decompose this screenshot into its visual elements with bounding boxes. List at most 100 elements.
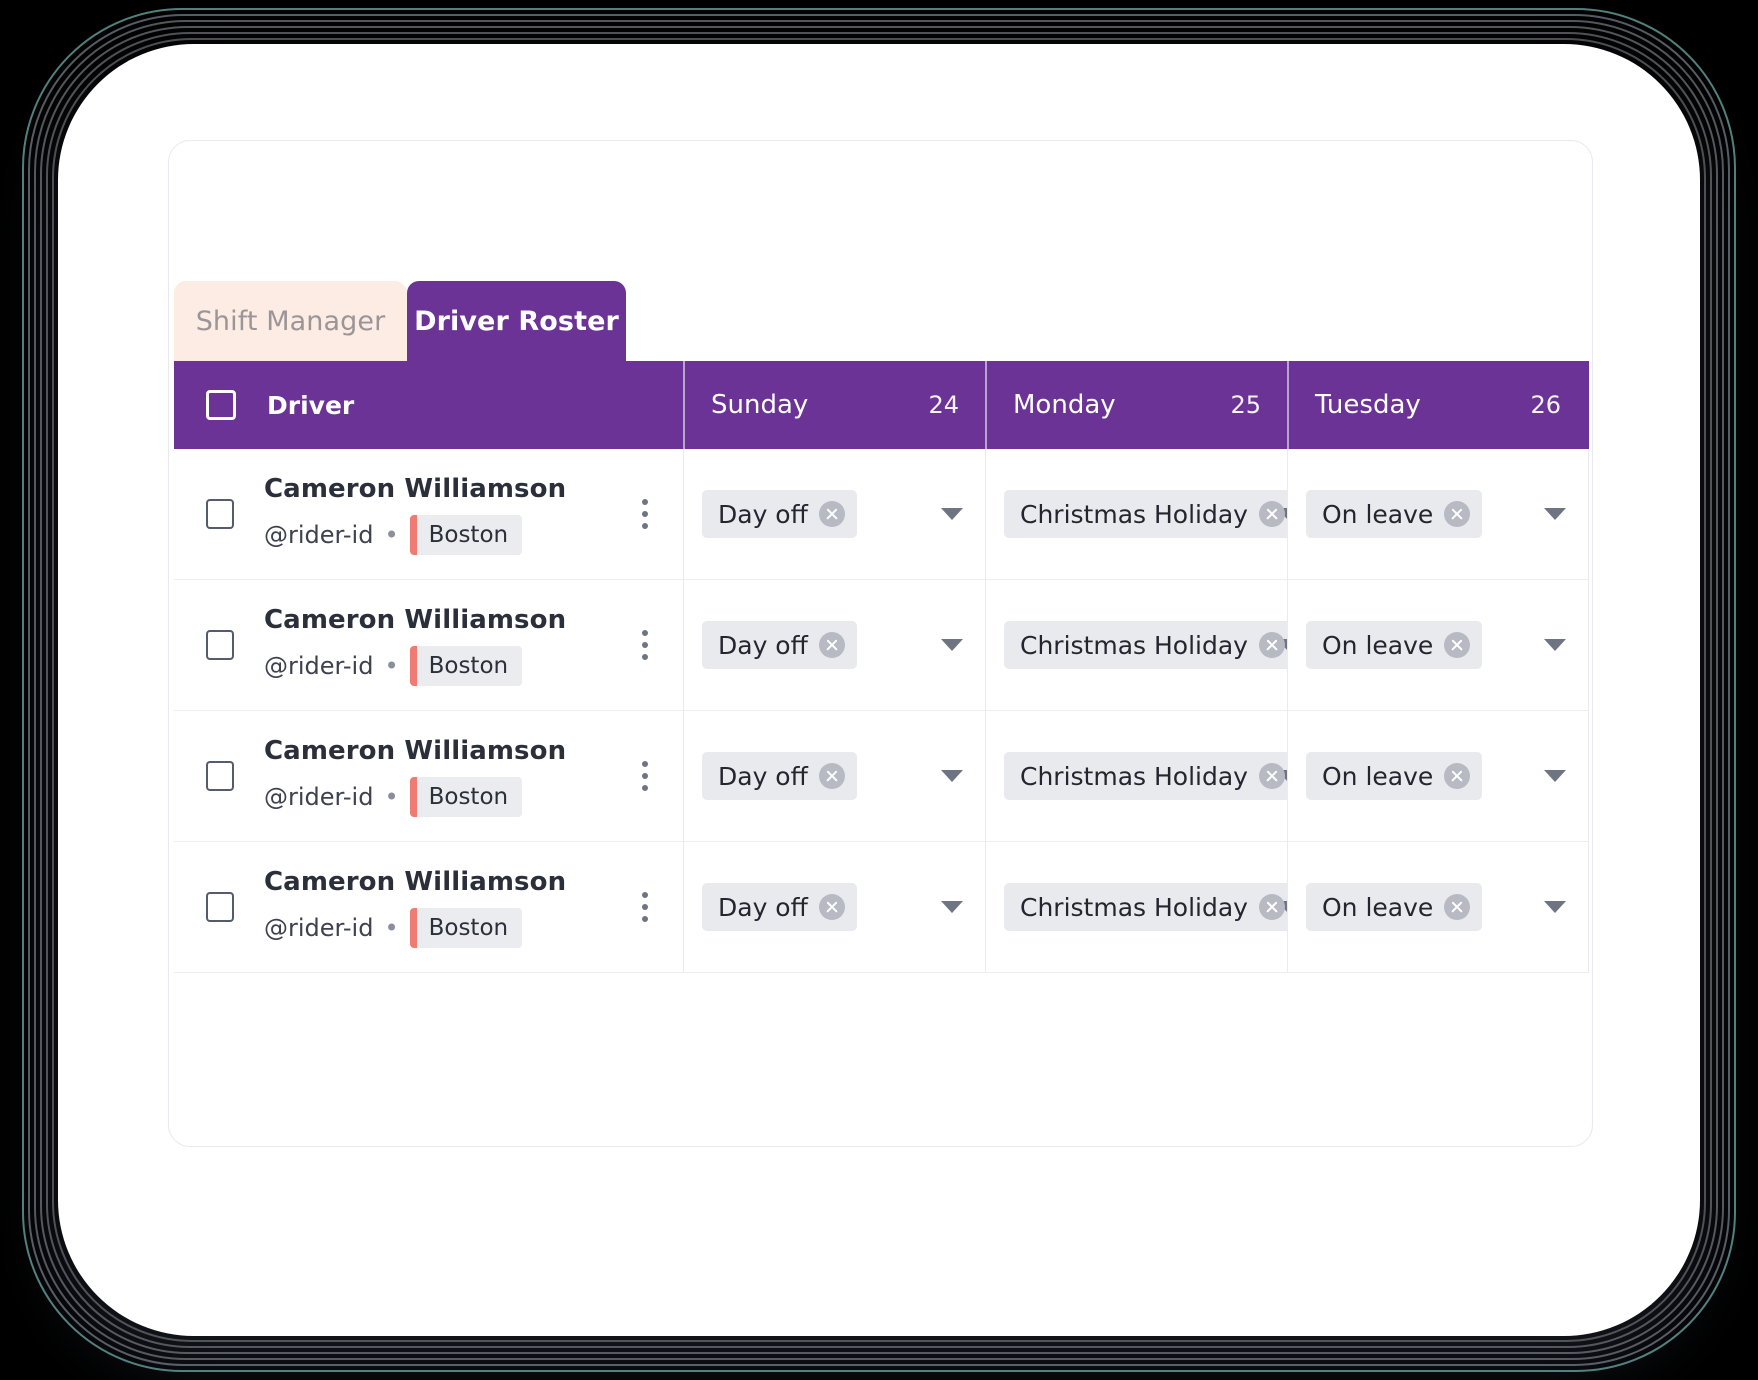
shift-chip-tuesday-label: On leave xyxy=(1322,631,1433,660)
tab-shift-manager[interactable]: Shift Manager xyxy=(174,281,407,361)
day-name-sunday: Sunday xyxy=(711,390,808,420)
shift-cell-monday[interactable]: Christmas Holiday xyxy=(985,711,1287,842)
remove-icon[interactable] xyxy=(1444,632,1470,658)
remove-icon[interactable] xyxy=(1444,763,1470,789)
chevron-down-icon[interactable] xyxy=(941,508,963,520)
driver-meta: @rider-id • Boston xyxy=(264,646,601,686)
remove-icon[interactable] xyxy=(1259,501,1285,527)
shift-chip-sunday[interactable]: Day off xyxy=(702,752,857,800)
day-date-monday: 25 xyxy=(1230,391,1261,419)
shift-cell-sunday[interactable]: Day off xyxy=(683,842,985,973)
shift-chip-monday[interactable]: Christmas Holiday xyxy=(1004,883,1295,931)
shift-chip-sunday[interactable]: Day off xyxy=(702,883,857,931)
chevron-down-icon[interactable] xyxy=(941,901,963,913)
driver-info: Cameron Williamson @rider-id • Boston xyxy=(258,605,601,686)
shift-chip-tuesday[interactable]: On leave xyxy=(1306,752,1482,800)
shift-chip-sunday-label: Day off xyxy=(718,762,808,791)
row-select-checkbox[interactable] xyxy=(206,892,234,922)
tab-shift-manager-label: Shift Manager xyxy=(196,306,386,337)
chevron-down-icon[interactable] xyxy=(1544,639,1566,651)
chevron-down-icon[interactable] xyxy=(1544,770,1566,782)
shift-cell-sunday[interactable]: Day off xyxy=(683,449,985,580)
shift-chip-monday-label: Christmas Holiday xyxy=(1020,500,1248,529)
remove-icon[interactable] xyxy=(1444,894,1470,920)
driver-roster-table: Driver Sunday 24 Monday 25 Tuesday 26 xyxy=(174,361,1589,973)
day-date-sunday: 24 xyxy=(928,391,959,419)
table-row: Cameron Williamson @rider-id • Boston xyxy=(174,842,1589,973)
row-select-checkbox[interactable] xyxy=(206,630,234,660)
shift-chip-monday-label: Christmas Holiday xyxy=(1020,631,1248,660)
table-header-day-tuesday[interactable]: Tuesday 26 xyxy=(1287,361,1589,449)
driver-meta: @rider-id • Boston xyxy=(264,908,601,948)
shift-chip-sunday[interactable]: Day off xyxy=(702,490,857,538)
table-body: Cameron Williamson @rider-id • Boston xyxy=(174,449,1589,973)
select-all-checkbox[interactable] xyxy=(206,390,236,420)
table-header-day-sunday[interactable]: Sunday 24 xyxy=(683,361,985,449)
shift-chip-tuesday[interactable]: On leave xyxy=(1306,883,1482,931)
remove-icon[interactable] xyxy=(1259,763,1285,789)
driver-name: Cameron Williamson xyxy=(264,605,601,635)
remove-icon[interactable] xyxy=(819,632,845,658)
remove-icon[interactable] xyxy=(819,894,845,920)
driver-handle: @rider-id xyxy=(264,652,373,680)
tab-driver-roster-label: Driver Roster xyxy=(414,306,619,337)
day-date-tuesday: 26 xyxy=(1530,391,1561,419)
shift-chip-monday-label: Christmas Holiday xyxy=(1020,893,1248,922)
shift-cell-sunday[interactable]: Day off xyxy=(683,711,985,842)
shift-cell-sunday[interactable]: Day off xyxy=(683,580,985,711)
shift-cell-tuesday[interactable]: On leave xyxy=(1287,842,1589,973)
driver-cell: Cameron Williamson @rider-id • Boston xyxy=(174,580,683,711)
remove-icon[interactable] xyxy=(819,501,845,527)
driver-info: Cameron Williamson @rider-id • Boston xyxy=(258,474,601,555)
row-select-checkbox[interactable] xyxy=(206,499,234,529)
screenshot-stage: Shift Manager Driver Roster Driver Sunda… xyxy=(0,0,1758,1380)
shift-cell-monday[interactable]: Christmas Holiday xyxy=(985,580,1287,711)
shift-cell-tuesday[interactable]: On leave xyxy=(1287,711,1589,842)
driver-handle: @rider-id xyxy=(264,783,373,811)
shift-chip-monday[interactable]: Christmas Holiday xyxy=(1004,752,1295,800)
shift-cell-monday[interactable]: Christmas Holiday xyxy=(985,842,1287,973)
shift-chip-monday[interactable]: Christmas Holiday xyxy=(1004,490,1295,538)
chevron-down-icon[interactable] xyxy=(1544,508,1566,520)
driver-cell: Cameron Williamson @rider-id • Boston xyxy=(174,842,683,973)
table-header-day-monday[interactable]: Monday 25 xyxy=(985,361,1287,449)
table-row: Cameron Williamson @rider-id • Boston xyxy=(174,580,1589,711)
driver-cell: Cameron Williamson @rider-id • Boston xyxy=(174,449,683,580)
chevron-down-icon[interactable] xyxy=(941,770,963,782)
row-menu-icon[interactable] xyxy=(625,879,665,935)
tab-driver-roster[interactable]: Driver Roster xyxy=(407,281,626,361)
shift-chip-sunday-label: Day off xyxy=(718,500,808,529)
shift-chip-sunday-label: Day off xyxy=(718,893,808,922)
remove-icon[interactable] xyxy=(1259,632,1285,658)
remove-icon[interactable] xyxy=(1259,894,1285,920)
table-row: Cameron Williamson @rider-id • Boston xyxy=(174,449,1589,580)
row-menu-icon[interactable] xyxy=(625,617,665,673)
driver-info: Cameron Williamson @rider-id • Boston xyxy=(258,867,601,948)
row-menu-icon[interactable] xyxy=(625,748,665,804)
chevron-down-icon[interactable] xyxy=(1544,901,1566,913)
shift-chip-tuesday[interactable]: On leave xyxy=(1306,490,1482,538)
driver-name: Cameron Williamson xyxy=(264,867,601,897)
shift-cell-tuesday[interactable]: On leave xyxy=(1287,449,1589,580)
shift-cell-tuesday[interactable]: On leave xyxy=(1287,580,1589,711)
driver-info: Cameron Williamson @rider-id • Boston xyxy=(258,736,601,817)
shift-chip-tuesday-label: On leave xyxy=(1322,762,1433,791)
chevron-down-icon[interactable] xyxy=(941,639,963,651)
row-select-checkbox[interactable] xyxy=(206,761,234,791)
row-menu-icon[interactable] xyxy=(625,486,665,542)
shift-chip-tuesday[interactable]: On leave xyxy=(1306,621,1482,669)
device-frame: Shift Manager Driver Roster Driver Sunda… xyxy=(58,44,1700,1336)
driver-handle: @rider-id xyxy=(264,521,373,549)
table-row: Cameron Williamson @rider-id • Boston xyxy=(174,711,1589,842)
remove-icon[interactable] xyxy=(819,763,845,789)
shift-chip-monday[interactable]: Christmas Holiday xyxy=(1004,621,1295,669)
driver-city-badge: Boston xyxy=(410,646,523,686)
remove-icon[interactable] xyxy=(1444,501,1470,527)
shift-chip-sunday[interactable]: Day off xyxy=(702,621,857,669)
meta-separator: • xyxy=(384,785,398,809)
tab-bar: Shift Manager Driver Roster xyxy=(174,281,626,361)
meta-separator: • xyxy=(384,654,398,678)
shift-cell-monday[interactable]: Christmas Holiday xyxy=(985,449,1287,580)
table-header-row: Driver Sunday 24 Monday 25 Tuesday 26 xyxy=(174,361,1589,449)
driver-city-badge: Boston xyxy=(410,777,523,817)
